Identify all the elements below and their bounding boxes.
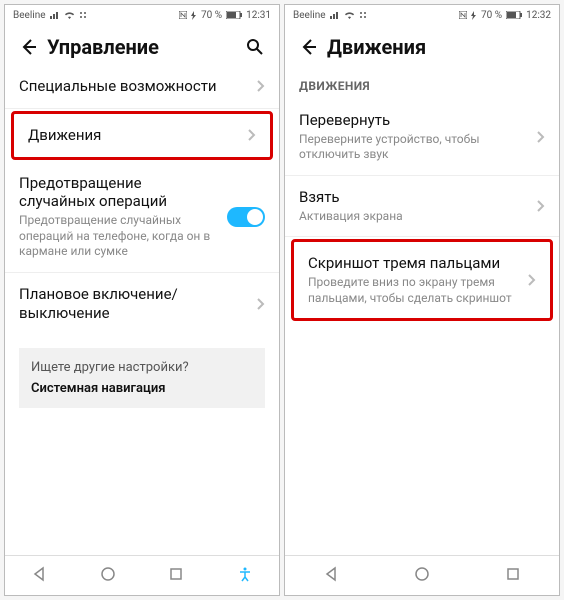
chevron-right-icon <box>537 200 545 212</box>
nfc-icon <box>459 11 467 19</box>
arrow-left-icon <box>19 37 39 57</box>
row-title: Движения <box>28 126 242 145</box>
chevron-right-icon <box>528 274 536 286</box>
header: Движения <box>285 25 559 65</box>
row-desc: Активация экрана <box>299 209 531 225</box>
status-bar: Beeline 70 % 12:32 <box>285 5 559 25</box>
row-title: Предотвращение случайных операций <box>19 174 221 212</box>
back-button[interactable] <box>295 33 323 61</box>
nav-home-icon[interactable] <box>414 566 430 586</box>
dots-icon <box>359 11 367 19</box>
battery-percent: 70 % <box>481 10 502 21</box>
row-desc: Предотвращение случайных операций на тел… <box>19 213 221 260</box>
toggle-switch[interactable] <box>227 207 265 227</box>
wifi-icon <box>344 11 355 19</box>
nav-back-icon[interactable] <box>323 566 339 586</box>
screen-management: Beeline 70 % 12:31 Управление Специальны… <box>4 4 280 596</box>
row-flip[interactable]: Перевернуть Переверните устройство, чтоб… <box>285 99 559 176</box>
wifi-icon <box>64 11 75 19</box>
chevron-right-icon <box>257 80 265 92</box>
nav-accessibility-icon[interactable] <box>237 566 253 586</box>
status-bar: Beeline 70 % 12:31 <box>5 5 279 25</box>
chevron-right-icon <box>248 129 256 141</box>
nav-recent-icon[interactable] <box>168 566 184 586</box>
row-pickup[interactable]: Взять Активация экрана <box>285 176 559 237</box>
search-icon <box>246 38 264 56</box>
carrier-label: Beeline <box>13 10 46 21</box>
nfc-icon <box>179 11 187 19</box>
dots-icon <box>79 11 87 19</box>
battery-percent: 70 % <box>201 10 222 21</box>
page-title: Движения <box>323 35 549 59</box>
promo-link[interactable]: Системная навигация <box>31 381 253 396</box>
highlight-motions: Движения <box>11 111 273 160</box>
promo-box: Ищете другие настройки? Системная навига… <box>19 348 265 408</box>
page-title: Управление <box>43 35 241 59</box>
row-desc: Переверните устройство, чтобы отключить … <box>299 132 531 163</box>
content-area: Специальные возможности Движения Предотв… <box>5 65 279 555</box>
nav-bar <box>285 555 559 595</box>
section-label: ДВИЖЕНИЯ <box>285 65 559 99</box>
chevron-right-icon <box>537 131 545 143</box>
row-three-finger-screenshot[interactable]: Скриншот тремя пальцами Проведите вниз п… <box>294 242 550 318</box>
clock-label: 12:31 <box>246 10 271 21</box>
lightning-icon <box>191 11 197 20</box>
battery-icon <box>226 11 242 19</box>
highlight-three-finger: Скриншот тремя пальцами Проведите вниз п… <box>291 239 553 321</box>
battery-icon <box>506 11 522 19</box>
promo-question: Ищете другие настройки? <box>31 360 253 375</box>
row-title: Взять <box>299 188 531 207</box>
row-title: Специальные возможности <box>19 77 251 96</box>
clock-label: 12:32 <box>526 10 551 21</box>
row-title: Перевернуть <box>299 111 531 130</box>
signal-icon <box>50 11 60 19</box>
row-accessibility[interactable]: Специальные возможности <box>5 65 279 109</box>
screen-motions: Beeline 70 % 12:32 Движения ДВИЖЕНИЯ Пер… <box>284 4 560 596</box>
signal-icon <box>330 11 340 19</box>
carrier-label: Beeline <box>293 10 326 21</box>
row-motions[interactable]: Движения <box>14 114 270 157</box>
row-title: Скриншот тремя пальцами <box>308 254 522 273</box>
row-desc: Проведите вниз по экрану тремя пальцами,… <box>308 275 522 306</box>
header: Управление <box>5 25 279 65</box>
lightning-icon <box>471 11 477 20</box>
nav-recent-icon[interactable] <box>505 566 521 586</box>
back-button[interactable] <box>15 33 43 61</box>
nav-bar <box>5 555 279 595</box>
content-area: ДВИЖЕНИЯ Перевернуть Переверните устройс… <box>285 65 559 555</box>
chevron-right-icon <box>257 298 265 310</box>
row-prevent-accidental[interactable]: Предотвращение случайных операций Предот… <box>5 162 279 273</box>
arrow-left-icon <box>299 37 319 57</box>
row-scheduled-power[interactable]: Плановое включение/выключение <box>5 273 279 335</box>
row-title: Плановое включение/выключение <box>19 285 251 323</box>
nav-back-icon[interactable] <box>31 566 47 586</box>
nav-home-icon[interactable] <box>100 566 116 586</box>
search-button[interactable] <box>241 33 269 61</box>
